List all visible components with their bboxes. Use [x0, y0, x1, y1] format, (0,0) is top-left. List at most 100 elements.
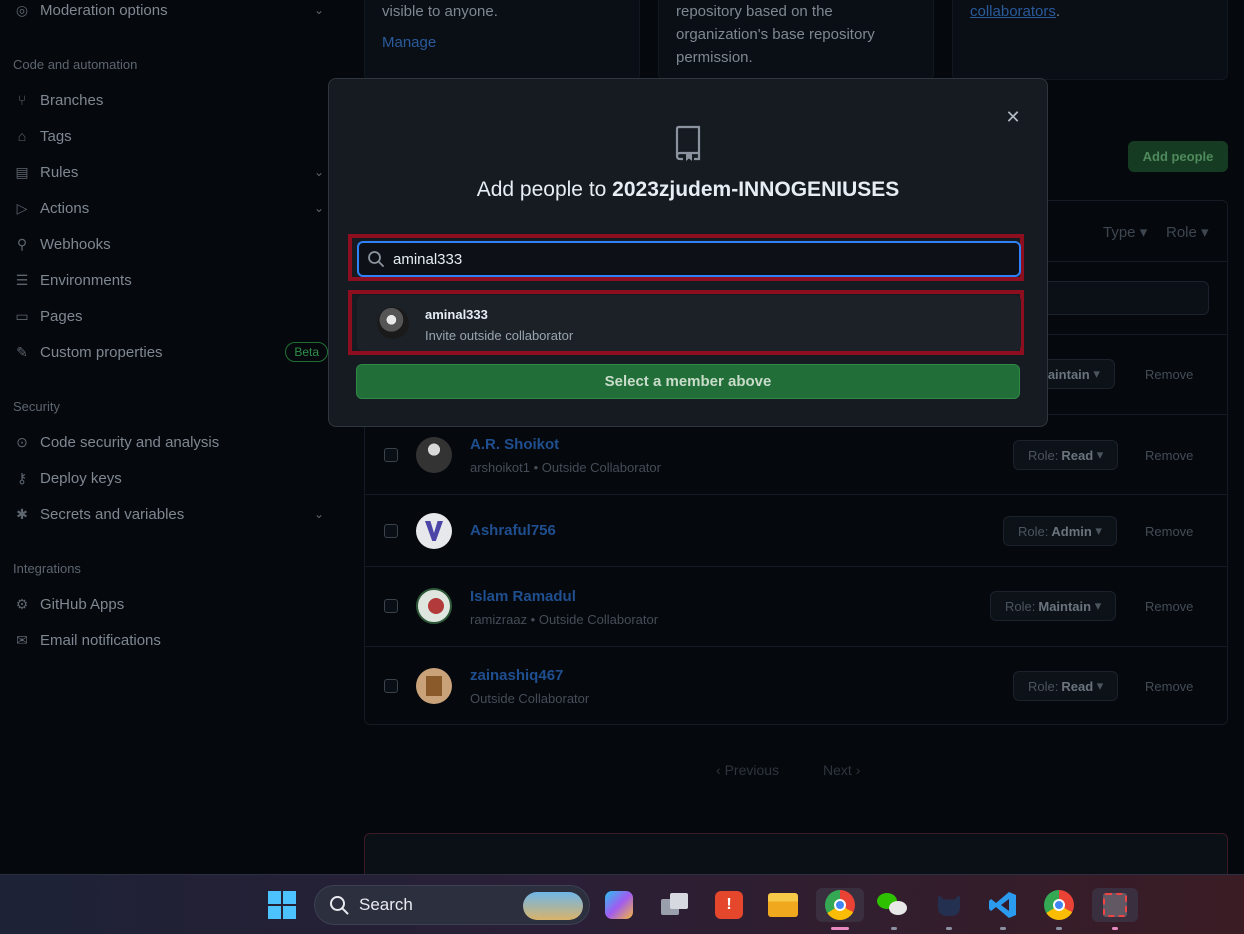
note-icon: ✎ — [16, 343, 28, 360]
sidebar-item-rules[interactable]: ▤ Rules ⌄ — [12, 157, 330, 187]
remove-button[interactable]: Remove — [1145, 599, 1193, 614]
chrome-icon[interactable] — [816, 888, 864, 922]
close-icon[interactable]: ✕ — [1005, 108, 1021, 126]
role-dropdown[interactable]: Role: Maintain ▾ — [990, 591, 1117, 621]
server-icon: ☰ — [15, 271, 29, 288]
role-dropdown[interactable]: Role: Read ▾ — [1013, 440, 1119, 470]
sidebar-item-label: Branches — [40, 91, 104, 109]
role-value: Read — [1061, 678, 1094, 694]
sidebar-item-moderation[interactable]: ◎ Moderation options ⌄ — [12, 0, 330, 25]
sidebar-item-actions[interactable]: ▷ Actions ⌄ — [12, 193, 330, 223]
sidebar-item-tags[interactable]: ⌂ Tags — [12, 121, 330, 151]
type-filter[interactable]: Type ▾ — [1103, 223, 1147, 241]
section-heading-integrations: Integrations — [13, 561, 81, 576]
search-field[interactable] — [357, 241, 1021, 277]
add-people-button[interactable]: Add people — [1128, 141, 1228, 172]
cat-app-icon[interactable] — [932, 888, 966, 922]
sidebar-item-branches[interactable]: ⑂ Branches — [12, 85, 330, 115]
row-checkbox[interactable] — [384, 524, 398, 538]
running-indicator — [946, 927, 952, 930]
remove-button[interactable]: Remove — [1145, 679, 1193, 694]
sidebar-item-environments[interactable]: ☰ Environments — [12, 265, 330, 295]
search-highlight-image — [523, 892, 583, 920]
search-result-item[interactable]: aminal333 Invite outside collaborator — [357, 295, 1021, 351]
collaborators-link[interactable]: collaborators — [970, 3, 1056, 20]
search-icon — [359, 250, 393, 268]
mail-icon: ✉ — [16, 631, 28, 648]
previous-page-button[interactable]: ‹ Previous — [716, 762, 779, 778]
power-app-icon[interactable]: ! — [712, 888, 746, 922]
sidebar-item-label: Code security and analysis — [40, 433, 220, 451]
asterisk-icon: ✱ — [16, 505, 28, 522]
remove-button[interactable]: Remove — [1145, 524, 1193, 539]
role-value: Read — [1061, 447, 1094, 463]
table-row: zainashiq467 Outside Collaborator Role: R… — [365, 646, 1227, 726]
rules-icon: ▤ — [15, 163, 29, 180]
sidebar-item-label: Email notifications — [40, 631, 161, 649]
windows-start-icon[interactable] — [265, 888, 299, 922]
play-icon: ▷ — [16, 199, 28, 216]
sidebar-item-label: Environments — [40, 271, 132, 289]
dialog-title: Add people to 2023zjudem-INNOGENIUSES — [329, 178, 1047, 202]
sidebar-item-label: Webhooks — [40, 235, 111, 253]
member-name[interactable]: A.R. Shoikot — [470, 436, 559, 453]
remove-button[interactable]: Remove — [1145, 448, 1193, 463]
file-explorer-icon[interactable] — [766, 888, 800, 922]
running-indicator — [891, 927, 897, 930]
role-filter-label: Role — [1166, 224, 1197, 241]
vscode-icon[interactable] — [986, 888, 1020, 922]
sidebar-item-deploy-keys[interactable]: ⚷ Deploy keys — [12, 463, 330, 493]
taskbar-search[interactable]: Search — [314, 885, 590, 925]
filter-input[interactable] — [1025, 281, 1209, 315]
wechat-icon[interactable] — [876, 888, 910, 922]
member-name[interactable]: Islam Ramadul — [470, 588, 576, 605]
chevron-down-icon: ⌄ — [313, 201, 324, 215]
role-filter[interactable]: Role ▾ — [1166, 223, 1209, 241]
role-prefix: Role: — [1018, 523, 1049, 539]
role-prefix: Role: — [1028, 447, 1059, 463]
snipping-tool-icon[interactable] — [1092, 888, 1138, 922]
sidebar-item-email-notifications[interactable]: ✉ Email notifications — [12, 625, 330, 655]
select-member-button[interactable]: Select a member above — [356, 364, 1020, 399]
sidebar-item-label: Moderation options — [40, 1, 168, 19]
sidebar-item-secrets[interactable]: ✱ Secrets and variables ⌄ — [12, 499, 330, 529]
card-period: . — [1055, 3, 1061, 20]
sidebar-item-label: Tags — [40, 127, 72, 145]
member-name[interactable]: Ashraful756 — [470, 522, 556, 539]
result-username: aminal333 — [425, 307, 488, 322]
remove-button[interactable]: Remove — [1145, 367, 1193, 382]
title-prefix: Add people to — [476, 178, 607, 201]
role-value: Maintain — [1038, 598, 1092, 614]
member-name[interactable]: zainashiq467 — [470, 667, 563, 684]
card-text: visible to anyone. — [382, 3, 498, 20]
settings-sidebar: ◎ Moderation options ⌄ Code and automati… — [0, 0, 340, 874]
member-subtitle: ramizraaz • Outside Collaborator — [470, 612, 659, 627]
sidebar-item-github-apps[interactable]: ⚙ GitHub Apps — [12, 589, 330, 619]
sidebar-item-label: Secrets and variables — [40, 505, 185, 523]
active-indicator — [831, 927, 849, 930]
sidebar-item-label: Custom properties — [40, 343, 163, 361]
sidebar-item-code-security[interactable]: ⊙ Code security and analysis — [12, 427, 330, 457]
taskbar: Search ! — [0, 874, 1244, 934]
copilot-icon[interactable] — [602, 888, 636, 922]
role-dropdown[interactable]: Role: Admin ▾ — [1003, 516, 1117, 546]
section-heading-code: Code and automation — [13, 57, 138, 72]
sidebar-item-webhooks[interactable]: ⚲ Webhooks — [12, 229, 330, 259]
previous-label: Previous — [724, 762, 780, 778]
sidebar-item-label: GitHub Apps — [40, 595, 125, 613]
sidebar-item-label: Pages — [40, 307, 83, 325]
row-checkbox[interactable] — [384, 448, 398, 462]
row-checkbox[interactable] — [384, 599, 398, 613]
task-view-icon[interactable] — [658, 888, 692, 922]
sidebar-item-custom-properties[interactable]: ✎ Custom properties Beta — [12, 337, 330, 367]
chevron-left-icon: ‹ — [716, 762, 721, 778]
row-checkbox[interactable] — [384, 679, 398, 693]
next-page-button[interactable]: Next › — [823, 762, 860, 778]
table-row: Islam Ramadul ramizraaz • Outside Collab… — [365, 566, 1227, 646]
repo-name: 2023zjudem-INNOGENIUSES — [612, 178, 900, 201]
manage-link[interactable]: Manage — [382, 34, 436, 51]
sidebar-item-pages[interactable]: ▭ Pages — [12, 301, 330, 331]
chrome-profile-icon[interactable] — [1042, 888, 1076, 922]
role-dropdown[interactable]: Role: Read ▾ — [1013, 671, 1119, 701]
search-input[interactable] — [393, 250, 993, 268]
